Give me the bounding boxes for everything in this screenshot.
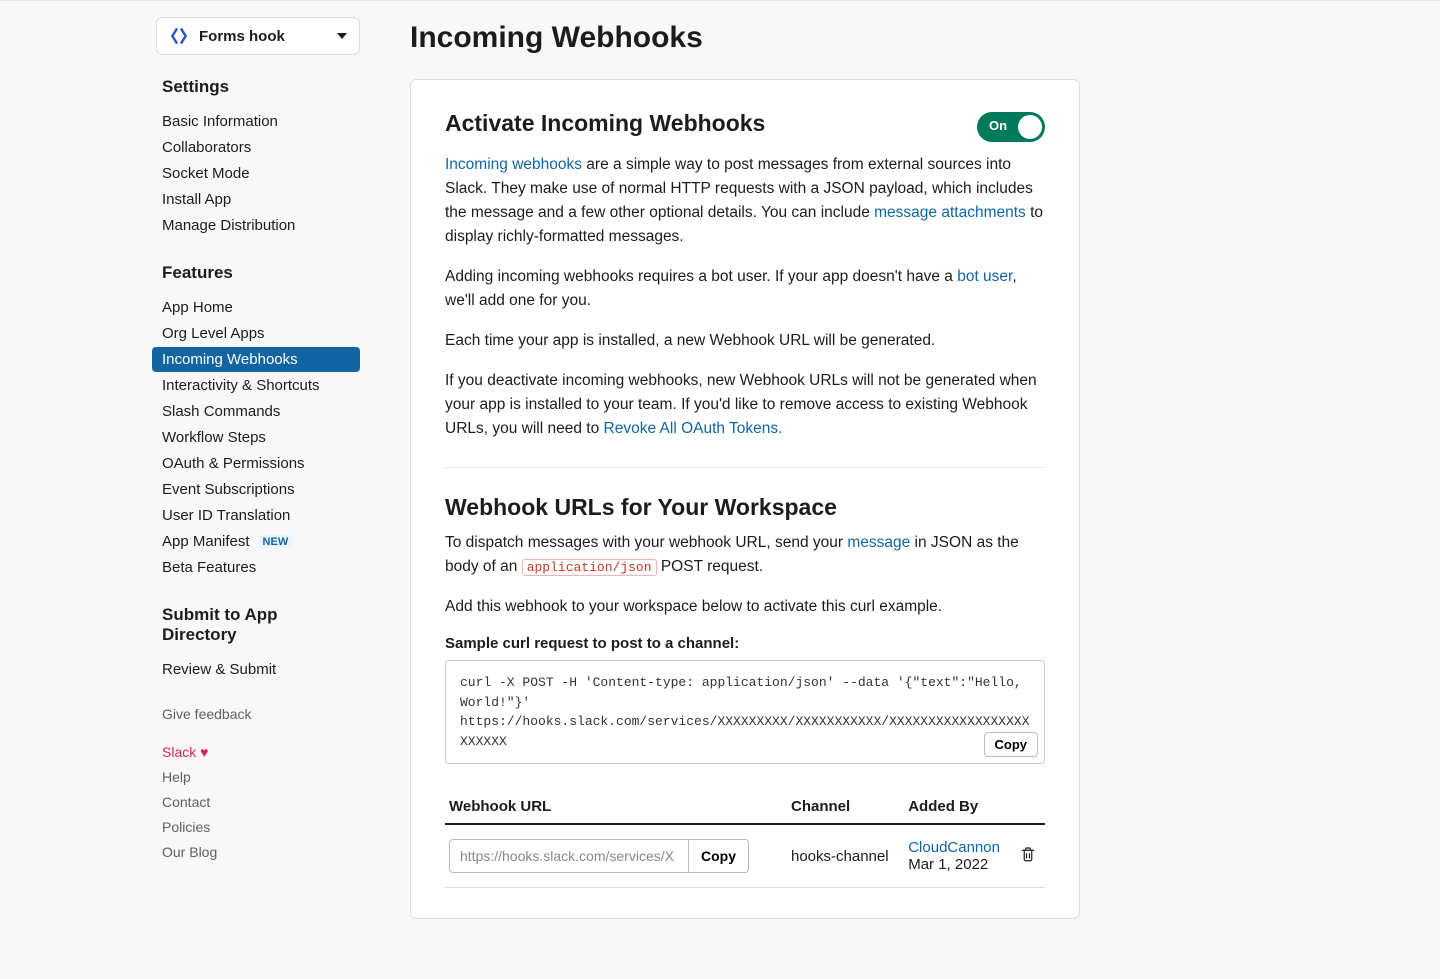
- sidebar-item-label: Interactivity & Shortcuts: [152, 377, 320, 394]
- sidebar-item-label: Manage Distribution: [152, 217, 295, 234]
- footer-link-our-blog[interactable]: Our Blog: [152, 840, 360, 864]
- footer-link-policies[interactable]: Policies: [152, 815, 360, 839]
- app-switcher[interactable]: Forms hook: [156, 17, 360, 55]
- sidebar-item-label: Org Level Apps: [152, 325, 265, 342]
- sidebar-item-event-subscriptions[interactable]: Event Subscriptions: [152, 477, 360, 502]
- webhooks-table: Webhook URL Channel Added By Copy: [445, 790, 1045, 888]
- col-webhook-url: Webhook URL: [445, 790, 787, 824]
- sidebar-item-install-app[interactable]: Install App: [152, 187, 360, 212]
- copy-curl-button[interactable]: Copy: [984, 732, 1039, 757]
- footer-slack-text: Slack: [162, 744, 200, 760]
- sidebar-item-oauth-permissions[interactable]: OAuth & Permissions: [152, 451, 360, 476]
- sidebar-group-title-submit: Submit to App Directory: [162, 605, 312, 645]
- sidebar-item-label: OAuth & Permissions: [152, 455, 305, 472]
- sidebar-item-label: Workflow Steps: [152, 429, 266, 446]
- heart-icon: ♥: [200, 744, 208, 760]
- message-attachments-link[interactable]: message attachments: [874, 204, 1026, 221]
- activate-paragraph-4: If you deactivate incoming webhooks, new…: [445, 369, 1045, 441]
- sidebar-item-user-id-translation[interactable]: User ID Translation: [152, 503, 360, 528]
- activate-paragraph-1: Incoming webhooks are a simple way to po…: [445, 153, 1045, 249]
- footer-link-label: Contact: [152, 794, 210, 810]
- sidebar-item-incoming-webhooks[interactable]: Incoming Webhooks: [152, 347, 360, 372]
- urls-paragraph-2: Add this webhook to your workspace below…: [445, 595, 1045, 619]
- sidebar-item-label: Slash Commands: [152, 403, 280, 420]
- sidebar-group-title-settings: Settings: [162, 77, 360, 97]
- content-type-code: application/json: [522, 559, 657, 576]
- webhook-url-input[interactable]: [450, 840, 688, 872]
- page-title: Incoming Webhooks: [410, 21, 1300, 55]
- sidebar-item-slash-commands[interactable]: Slash Commands: [152, 399, 360, 424]
- sidebar-item-interactivity-shortcuts[interactable]: Interactivity & Shortcuts: [152, 373, 360, 398]
- caret-down-icon: [337, 33, 347, 39]
- sidebar-item-label: App Home: [152, 299, 233, 316]
- bot-user-link[interactable]: bot user: [957, 268, 1012, 285]
- activate-paragraph-2: Adding incoming webhooks requires a bot …: [445, 265, 1045, 313]
- sidebar-item-org-level-apps[interactable]: Org Level Apps: [152, 321, 360, 346]
- sidebar-item-app-home[interactable]: App Home: [152, 295, 360, 320]
- sidebar-item-label: Socket Mode: [152, 165, 250, 182]
- footer-link-label: Policies: [152, 819, 210, 835]
- sidebar-item-label: Incoming Webhooks: [152, 351, 298, 368]
- incoming-webhooks-link[interactable]: Incoming webhooks: [445, 156, 582, 173]
- sidebar-item-label: Event Subscriptions: [152, 481, 295, 498]
- urls-heading: Webhook URLs for Your Workspace: [445, 494, 1045, 521]
- urls-paragraph-1: To dispatch messages with your webhook U…: [445, 531, 1045, 579]
- webhook-added-by-when: Mar 1, 2022: [908, 856, 1011, 873]
- webhook-url-cell: Copy: [449, 839, 749, 873]
- sidebar-item-label: Basic Information: [152, 113, 278, 130]
- sidebar-group-title-features: Features: [162, 263, 360, 283]
- sidebar-item-collaborators[interactable]: Collaborators: [152, 135, 360, 160]
- message-link[interactable]: message: [847, 534, 910, 551]
- copy-url-button[interactable]: Copy: [688, 840, 748, 872]
- give-feedback-link[interactable]: Give feedback: [162, 706, 360, 722]
- sidebar-item-label: App Manifest: [152, 533, 250, 550]
- footer-link-contact[interactable]: Contact: [152, 790, 360, 814]
- webhook-added-by-who[interactable]: CloudCannon: [908, 839, 1011, 856]
- sidebar-item-label: User ID Translation: [152, 507, 290, 524]
- webhook-channel: hooks-channel: [787, 824, 904, 888]
- footer-slack-love[interactable]: Slack ♥: [152, 740, 360, 764]
- sample-curl-label: Sample curl request to post to a channel…: [445, 635, 1045, 652]
- table-row: Copy hooks-channel CloudCannon Mar 1, 20…: [445, 824, 1045, 888]
- footer-link-label: Our Blog: [152, 844, 217, 860]
- section-divider: [445, 467, 1045, 468]
- app-logo-icon: [169, 26, 189, 46]
- sidebar-item-label: Install App: [152, 191, 231, 208]
- footer-link-help[interactable]: Help: [152, 765, 360, 789]
- toggle-knob: [1018, 115, 1042, 139]
- toggle-label: On: [989, 118, 1007, 133]
- sidebar-item-label: Beta Features: [152, 559, 256, 576]
- sidebar-item-manage-distribution[interactable]: Manage Distribution: [152, 213, 360, 238]
- col-channel: Channel: [787, 790, 904, 824]
- content-card: Activate Incoming Webhooks On Incoming w…: [410, 79, 1080, 919]
- trash-icon: [1019, 845, 1037, 863]
- activate-heading: Activate Incoming Webhooks: [445, 110, 765, 137]
- sidebar-item-workflow-steps[interactable]: Workflow Steps: [152, 425, 360, 450]
- app-switcher-name: Forms hook: [199, 28, 285, 45]
- footer-link-label: Help: [152, 769, 191, 785]
- sample-curl-code: curl -X POST -H 'Content-type: applicati…: [460, 675, 1030, 749]
- activate-toggle[interactable]: On: [977, 112, 1045, 142]
- main-content: Incoming Webhooks Activate Incoming Webh…: [370, 17, 1300, 979]
- sample-curl-codebox: curl -X POST -H 'Content-type: applicati…: [445, 660, 1045, 764]
- col-added-by: Added By: [904, 790, 1015, 824]
- sidebar: Forms hook Settings Basic Information Co…: [140, 17, 370, 979]
- delete-webhook-button[interactable]: [1019, 850, 1037, 867]
- sidebar-item-socket-mode[interactable]: Socket Mode: [152, 161, 360, 186]
- new-badge: NEW: [258, 535, 294, 549]
- sidebar-item-beta-features[interactable]: Beta Features: [152, 555, 360, 580]
- sidebar-item-review-submit[interactable]: Review & Submit: [152, 657, 360, 682]
- sidebar-item-app-manifest[interactable]: App Manifest NEW: [152, 529, 360, 554]
- sidebar-item-label: Review & Submit: [152, 661, 276, 678]
- activate-paragraph-3: Each time your app is installed, a new W…: [445, 329, 1045, 353]
- sidebar-item-label: Collaborators: [152, 139, 251, 156]
- sidebar-item-basic-information[interactable]: Basic Information: [152, 109, 360, 134]
- revoke-tokens-link[interactable]: Revoke All OAuth Tokens.: [604, 420, 783, 437]
